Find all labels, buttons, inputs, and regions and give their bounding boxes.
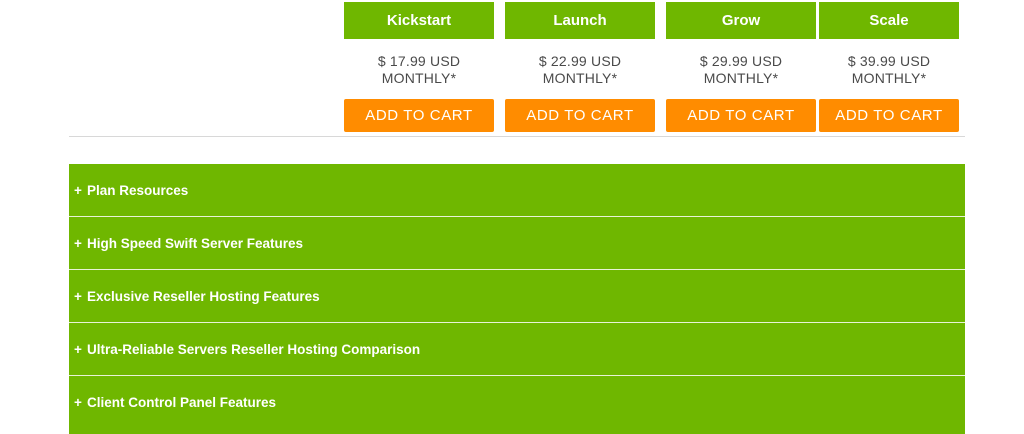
plus-icon: + [74,395,82,410]
add-to-cart-button[interactable]: ADD TO CART [505,99,655,132]
plan-price: $ 22.99 USD MONTHLY* [505,53,655,87]
plan-price: $ 17.99 USD MONTHLY* [344,53,494,87]
plan-price-period: MONTHLY* [381,70,457,86]
plan-price: $ 29.99 USD MONTHLY* [666,53,816,87]
accordion-item-server-features[interactable]: + High Speed Swift Server Features [69,217,965,270]
plan-price-amount: $ 39.99 USD [847,53,931,69]
plan-price: $ 39.99 USD MONTHLY* [819,53,959,87]
accordion-item-plan-resources[interactable]: + Plan Resources [69,164,965,217]
section-divider [69,136,965,137]
accordion-label: Exclusive Reseller Hosting Features [87,289,320,304]
plus-icon: + [74,236,82,251]
accordion-item-control-panel[interactable]: + Client Control Panel Features [69,376,965,429]
add-to-cart-button[interactable]: ADD TO CART [344,99,494,132]
accordion-label: Ultra-Reliable Servers Reseller Hosting … [87,342,421,357]
plan-scale: Scale $ 39.99 USD MONTHLY* ADD TO CART [819,2,969,132]
plan-price-period: MONTHLY* [542,70,618,86]
accordion-item-servers-comparison[interactable]: + Ultra-Reliable Servers Reseller Hosting… [69,323,965,376]
plan-price-period: MONTHLY* [851,70,927,86]
accordion-label: Client Control Panel Features [87,395,277,410]
plan-name: Launch [505,2,655,39]
accordion-label: High Speed Swift Server Features [87,236,304,251]
plan-name: Grow [666,2,816,39]
plan-launch: Launch $ 22.99 USD MONTHLY* ADD TO CART [505,2,655,132]
plan-grow: Grow $ 29.99 USD MONTHLY* ADD TO CART [666,2,816,132]
pricing-page: Kickstart $ 17.99 USD MONTHLY* ADD TO CA… [0,0,1024,434]
plan-price-amount: $ 22.99 USD [538,53,622,69]
plan-price-period: MONTHLY* [703,70,779,86]
plan-kickstart: Kickstart $ 17.99 USD MONTHLY* ADD TO CA… [344,2,494,132]
plus-icon: + [74,289,82,304]
feature-accordion: + Plan Resources + High Speed Swift Server… [69,164,965,434]
plan-name: Kickstart [344,2,494,39]
add-to-cart-button[interactable]: ADD TO CART [819,99,959,132]
add-to-cart-button[interactable]: ADD TO CART [666,99,816,132]
plan-price-amount: $ 17.99 USD [377,53,461,69]
accordion-item-reseller-features[interactable]: + Exclusive Reseller Hosting Features [69,270,965,323]
accordion-label: Plan Resources [87,183,189,198]
plus-icon: + [74,342,82,357]
plan-name: Scale [819,2,959,39]
plus-icon: + [74,183,82,198]
plan-columns: Kickstart $ 17.99 USD MONTHLY* ADD TO CA… [344,2,960,132]
plan-price-amount: $ 29.99 USD [699,53,783,69]
